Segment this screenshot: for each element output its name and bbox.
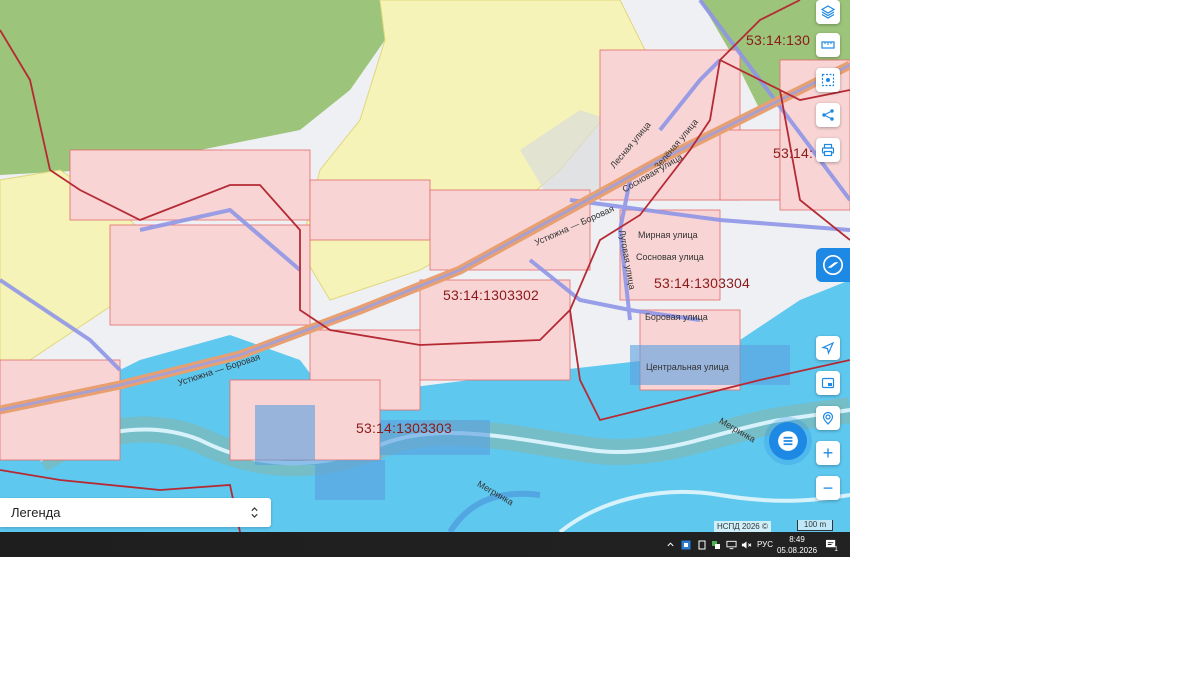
tray-chevron-icon[interactable] [664, 532, 676, 557]
layers-icon [821, 5, 835, 19]
volume-muted-icon[interactable] [740, 532, 752, 557]
navigate-icon [821, 341, 835, 355]
street-label: Сосновая улица [636, 252, 704, 262]
print-button[interactable] [816, 138, 840, 162]
notification-count: 1 [834, 546, 838, 553]
language-indicator[interactable]: РУС [755, 532, 775, 557]
legend-selector[interactable]: Легенда [0, 498, 271, 527]
minimap-icon [821, 377, 835, 389]
app-tray-icon[interactable] [680, 532, 692, 557]
map-base-layer [0, 0, 850, 532]
cadastral-label: 53:14: [773, 145, 814, 161]
zoom-in-icon: + [822, 442, 834, 463]
chevron-updown-icon [251, 507, 258, 518]
network-icon[interactable] [724, 532, 738, 557]
street-label: Центральная улица [646, 362, 729, 372]
street-label: Боровая улица [645, 312, 708, 322]
location-icon [822, 411, 834, 425]
zoom-in-button[interactable]: + [816, 441, 840, 465]
legend-label: Легенда [11, 505, 61, 520]
ruler-icon [821, 41, 835, 49]
navigate-button[interactable] [816, 336, 840, 360]
cadastral-label: 53:14:1303303 [356, 420, 453, 436]
panel-icon [823, 255, 843, 275]
attribution: НСПД 2026 © [714, 521, 771, 532]
notifications-button[interactable]: 1 [822, 532, 840, 557]
device-icon[interactable] [696, 532, 708, 557]
zoom-out-button[interactable]: − [816, 476, 840, 500]
ruler-button[interactable] [816, 33, 840, 57]
map-canvas[interactable]: 53:14:130 53:14: 53:14:1303302 53:14:130… [0, 0, 850, 532]
layers-button[interactable] [816, 0, 840, 24]
clock-date: 05.08.2026 [776, 545, 818, 555]
clock[interactable]: 8:49 05.08.2026 [776, 532, 818, 557]
side-panel-toggle[interactable] [816, 248, 850, 282]
cadastral-label: 53:14:1303302 [443, 287, 540, 303]
print-icon [821, 143, 835, 157]
minimap-button[interactable] [816, 371, 840, 395]
zoom-out-icon: − [822, 477, 834, 498]
scale-bar: 100 m [797, 520, 833, 531]
select-area-button[interactable] [816, 68, 840, 92]
cadastral-label: 53:14:1303304 [654, 275, 751, 291]
os-taskbar: РУС 8:49 05.08.2026 1 [0, 532, 850, 557]
cadastral-label: 53:14:130 [746, 32, 811, 48]
chat-icon [778, 431, 798, 451]
select-area-icon [821, 73, 835, 87]
chat-button[interactable] [769, 422, 807, 460]
map-app: 53:14:130 53:14: 53:14:1303302 53:14:130… [0, 0, 850, 557]
clock-time: 8:49 [789, 534, 805, 544]
location-button[interactable] [816, 406, 840, 430]
street-label: Мирная улица [638, 230, 698, 240]
share-icon [822, 109, 834, 121]
security-icon[interactable] [710, 532, 722, 557]
share-button[interactable] [816, 103, 840, 127]
